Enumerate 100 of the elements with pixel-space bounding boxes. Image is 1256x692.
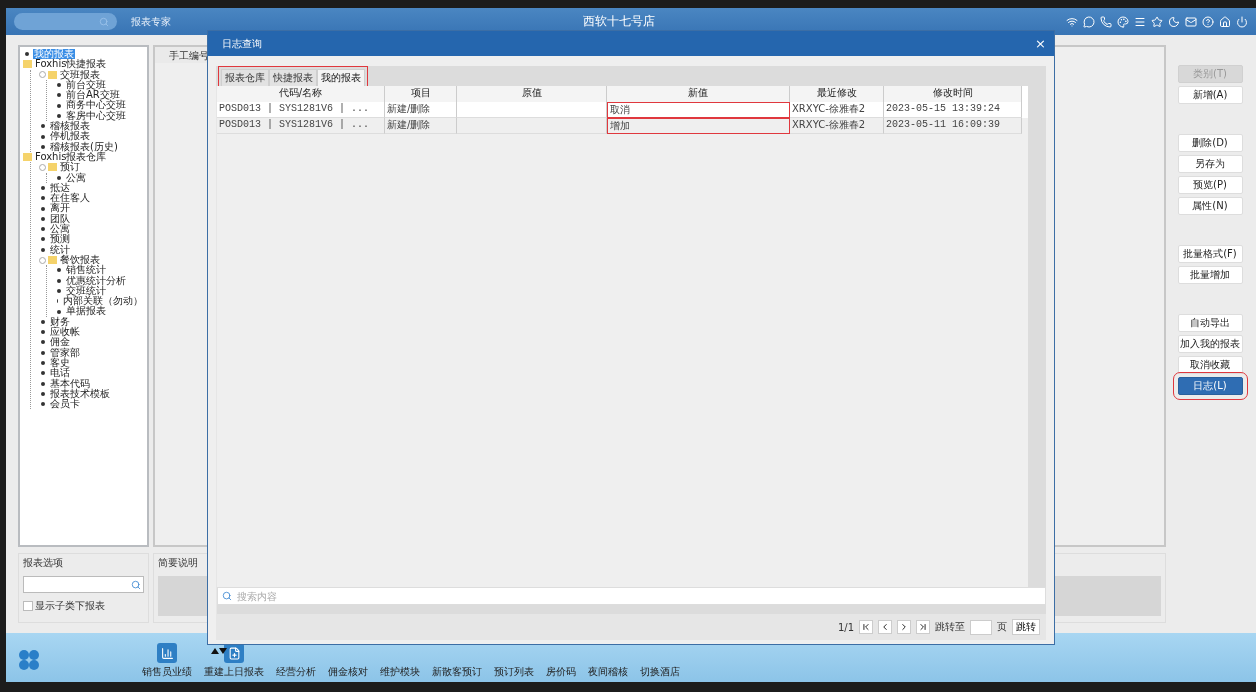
taskbar-item[interactable]: 新散客预订	[432, 665, 482, 679]
action-button[interactable]: 自动导出	[1177, 314, 1243, 332]
tree-item[interactable]: 优惠统计分析	[65, 275, 127, 286]
scrollbar[interactable]	[217, 605, 1046, 614]
tree-item[interactable]: 稽核报表	[49, 121, 91, 132]
column-header: 修改时间	[884, 86, 1022, 102]
table-cell: 增加	[607, 118, 790, 134]
table-cell: 取消	[607, 102, 790, 118]
tree-item[interactable]: 前台AR交班	[65, 90, 121, 101]
search-icon	[99, 16, 109, 27]
previous-page-button[interactable]	[878, 620, 892, 634]
taskbar-item[interactable]: 切换酒店	[640, 665, 680, 679]
tree-item[interactable]: 佣金	[49, 337, 71, 348]
tree-item[interactable]: 商务中心交班	[65, 100, 127, 111]
power-icon[interactable]	[1236, 15, 1248, 28]
tree-item[interactable]: 单据报表	[65, 306, 107, 317]
page-input[interactable]	[970, 619, 992, 635]
tree-item[interactable]: 预订	[59, 162, 81, 173]
tree-item[interactable]: 抵达	[49, 182, 71, 194]
taskbar-item[interactable]: 经营分析	[276, 665, 316, 679]
column-header: 原值	[457, 86, 607, 102]
home-icon[interactable]	[1219, 15, 1231, 28]
search-box[interactable]: 搜索内容	[217, 587, 1046, 605]
column-header: 最近修改	[790, 86, 884, 102]
subclass-checkbox[interactable]: 显示子类下报表	[23, 599, 144, 613]
column-header: 代码/名称	[217, 86, 385, 102]
tree-item[interactable]: 停机报表	[49, 131, 91, 142]
phone-icon[interactable]	[1100, 15, 1112, 28]
tree-item[interactable]: 销售统计	[65, 265, 107, 276]
wifi-icon[interactable]	[1066, 15, 1078, 28]
palette-icon[interactable]	[1117, 15, 1129, 28]
mail-icon[interactable]	[1185, 15, 1197, 28]
window-title: 西软十七号店	[581, 13, 656, 30]
next-icon	[899, 622, 909, 632]
chart-icon	[157, 643, 177, 663]
taskbar-item[interactable]: 夜间稽核	[588, 665, 628, 679]
taskbar-item[interactable]: 预订列表	[494, 665, 534, 679]
dialog-title: 日志查询	[222, 36, 262, 51]
tab[interactable]: 快捷报表	[269, 69, 317, 86]
tree-item[interactable]: 统计	[49, 244, 71, 255]
taskbar-item[interactable]: 销售员业绩	[142, 643, 192, 679]
table-cell: XRXYC-徐雅春2	[790, 118, 884, 134]
column-header: 项目	[385, 86, 457, 102]
action-button[interactable]: 取消收藏	[1177, 356, 1243, 374]
tree-item[interactable]: 应收帐	[49, 327, 81, 338]
tree-item[interactable]: 基本代码	[49, 378, 91, 389]
tree-item[interactable]: Foxhis快捷报表	[34, 59, 108, 70]
action-button[interactable]: 新增(A)	[1177, 86, 1243, 104]
search-field[interactable]: 搜索内容	[235, 589, 1045, 603]
action-button[interactable]: 另存为	[1177, 155, 1243, 173]
clover-logo-icon[interactable]	[18, 649, 40, 671]
tree-item[interactable]: 客史	[49, 357, 71, 369]
star-icon[interactable]	[1151, 15, 1163, 28]
column-header: 新值	[607, 86, 790, 102]
help-icon[interactable]	[1202, 15, 1214, 28]
action-button[interactable]: 加入我的报表	[1177, 335, 1243, 353]
tree-item[interactable]: 公寓	[65, 172, 87, 183]
chat-icon[interactable]	[1083, 15, 1095, 28]
page-unit: 页	[997, 620, 1007, 634]
last-page-button[interactable]	[916, 620, 930, 634]
last-page-icon	[918, 622, 928, 632]
action-button[interactable]: 属性(N)	[1177, 197, 1243, 215]
page-indicator: 1/1	[837, 621, 854, 633]
taskbar-item[interactable]: 佣金核对	[328, 665, 368, 679]
close-button[interactable]: ×	[1035, 36, 1046, 51]
tree-item[interactable]: 交班报表	[59, 69, 101, 80]
table-cell: 新建/删除	[385, 118, 457, 134]
tree-item[interactable]: 电话	[49, 368, 71, 379]
previous-icon	[880, 622, 890, 632]
action-button[interactable]: 批量增加	[1177, 266, 1243, 284]
tree-item[interactable]: 预测	[49, 234, 71, 245]
tree-item[interactable]: 离开	[49, 203, 71, 214]
first-page-button[interactable]	[859, 620, 873, 634]
tab[interactable]: 报表仓库	[221, 69, 269, 86]
group-title: 简要说明	[158, 556, 199, 570]
action-button[interactable]: 删除(D)	[1177, 134, 1243, 152]
table-cell: POSD013 | SYS1281V6 | ...	[217, 118, 385, 134]
tree-item[interactable]: Foxhis报表仓库	[34, 151, 108, 163]
taskbar-item[interactable]: 房价码	[546, 665, 576, 679]
tree-item[interactable]: 内部关联（勿动）	[62, 296, 144, 307]
moon-icon[interactable]	[1168, 15, 1180, 28]
tree-item[interactable]: 管家部	[49, 347, 81, 358]
next-page-button[interactable]	[897, 620, 911, 634]
group-title: 报表选项	[23, 556, 64, 570]
table-cell: 2023-05-11 16:09:39	[884, 118, 1022, 134]
menu-icon[interactable]	[1134, 15, 1146, 28]
app-name: 报表专家	[131, 14, 171, 29]
resize-arrows-icon[interactable]	[211, 647, 227, 655]
search-icon	[222, 591, 232, 601]
action-button[interactable]: 批量格式(F)	[1177, 245, 1243, 263]
tree-item[interactable]: 会员卡	[49, 399, 81, 410]
first-page-icon	[861, 622, 871, 632]
goto-button[interactable]: 跳转	[1012, 619, 1040, 635]
goto-label: 跳转至	[935, 620, 965, 634]
tree-item[interactable]: 稽核报表(历史)	[49, 141, 119, 152]
taskbar-item[interactable]: 维护模块	[380, 665, 420, 679]
tab[interactable]: 我的报表	[317, 69, 365, 86]
tree-item[interactable]: 公寓	[49, 224, 71, 235]
action-button[interactable]: 预览(P)	[1177, 176, 1243, 194]
tree-item[interactable]: 财务	[49, 316, 71, 327]
